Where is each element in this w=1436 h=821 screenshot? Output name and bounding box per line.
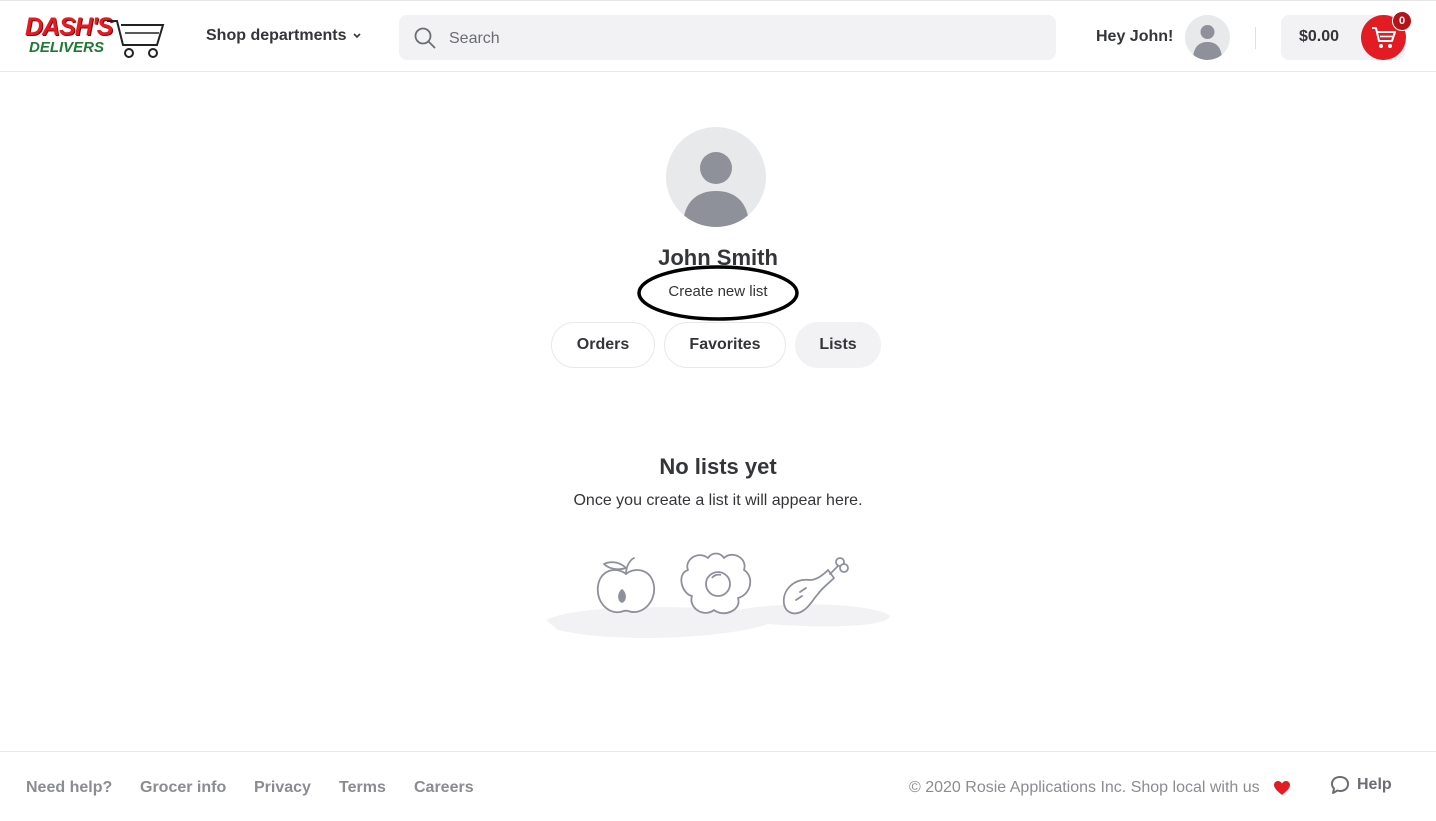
logo-text-secondary: DELIVERS	[29, 39, 105, 56]
highlight-circle-annotation	[637, 265, 799, 321]
chat-bubble-icon	[1331, 776, 1349, 794]
help-button[interactable]: Help	[1330, 775, 1392, 795]
tab-lists[interactable]: Lists	[795, 322, 881, 368]
heart-icon	[1274, 781, 1290, 795]
tab-orders[interactable]: Orders	[551, 322, 655, 368]
help-label: Help	[1357, 776, 1392, 793]
egg-icon	[680, 552, 752, 615]
logo-cart-icon	[107, 20, 165, 58]
user-greeting[interactable]: Hey John!	[1096, 28, 1173, 46]
shop-departments-label: Shop departments	[206, 27, 347, 44]
empty-state-subtitle: Once you create a list it will appear he…	[573, 492, 863, 509]
top-navigation-bar: DASH'S DELIVERS Shop departments Hey Joh…	[0, 0, 1436, 72]
footer-link-need-help[interactable]: Need help?	[26, 779, 112, 797]
footer-link-privacy[interactable]: Privacy	[254, 779, 311, 797]
profile-tabs: Orders Favorites Lists	[0, 322, 1436, 368]
tab-favorites[interactable]: Favorites	[664, 322, 786, 368]
profile-avatar-icon	[666, 127, 766, 227]
cart-icon	[1371, 26, 1396, 48]
footer-link-grocer-info[interactable]: Grocer info	[140, 779, 226, 797]
dashs-delivers-logo[interactable]: DASH'S DELIVERS	[25, 13, 167, 63]
search-icon[interactable]	[413, 26, 437, 50]
cart-total: $0.00	[1299, 28, 1340, 45]
cart-count-badge: 0	[1392, 11, 1412, 31]
shop-departments-menu[interactable]: Shop departments	[206, 27, 362, 45]
footer-link-careers[interactable]: Careers	[414, 779, 474, 797]
search-input[interactable]	[447, 15, 1041, 62]
search-bar	[399, 15, 1056, 62]
footer-link-terms[interactable]: Terms	[339, 779, 386, 797]
empty-state-illustration	[546, 552, 890, 638]
header-divider	[1255, 27, 1256, 49]
footer: Need help? Grocer info Privacy Terms Car…	[0, 751, 1436, 821]
tab-lists-label: Lists	[819, 336, 857, 353]
logo-text-primary: DASH'S	[25, 13, 113, 41]
chevron-down-icon	[353, 33, 362, 39]
user-avatar-icon[interactable]	[1185, 15, 1230, 60]
empty-state-title: No lists yet	[659, 454, 777, 479]
tab-orders-label: Orders	[576, 336, 630, 353]
tab-favorites-label: Favorites	[689, 336, 761, 353]
apple-icon	[596, 557, 655, 614]
copyright-text: © 2020 Rosie Applications Inc. Shop loca…	[909, 779, 1260, 796]
